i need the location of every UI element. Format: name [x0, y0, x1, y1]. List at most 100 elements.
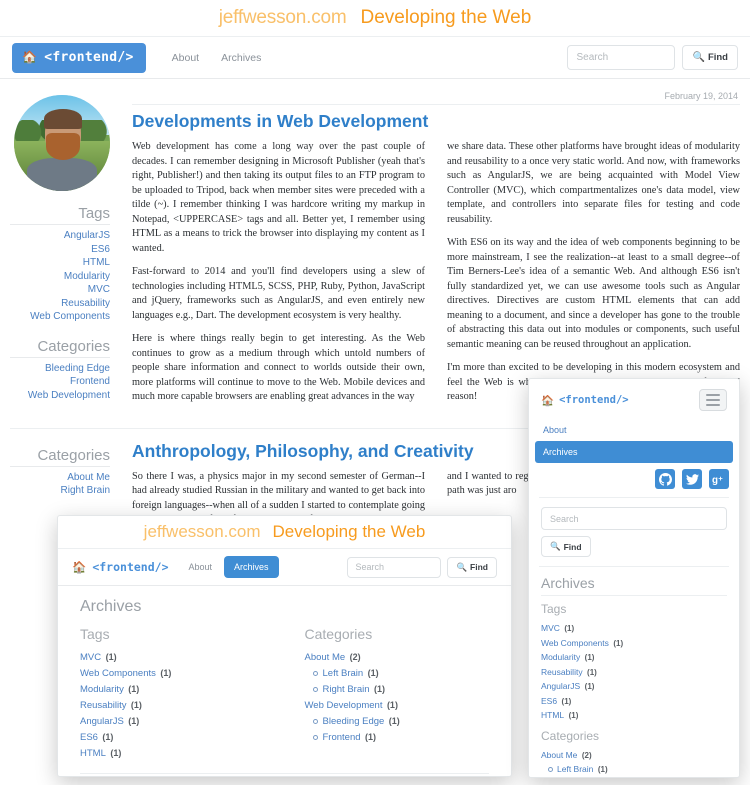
tablet-category-web-development[interactable]: Web Development	[305, 700, 383, 711]
list-item: Modularity (1)	[80, 681, 265, 697]
tablet-search-input[interactable]	[347, 556, 442, 578]
list-item: Modularity (1)	[541, 650, 727, 665]
tablet-page-body: Archives Tags MVC (1) Web Components (1)…	[58, 586, 511, 761]
tablet-nav-item-archives[interactable]: Archives	[224, 556, 279, 578]
svg-text:g: g	[712, 475, 718, 486]
mobile-tag-angularjs[interactable]: AngularJS	[541, 681, 580, 691]
home-icon: 🏠	[72, 560, 87, 574]
mobile-search-input[interactable]	[541, 507, 727, 530]
sidebar-tag-html[interactable]: HTML	[10, 256, 110, 270]
sidebar-category-web-development[interactable]: Web Development	[10, 389, 110, 403]
nav-item-about[interactable]: About	[172, 52, 199, 64]
tablet-find-button[interactable]: 🔍 Find	[447, 556, 497, 578]
category-count: (1)	[597, 765, 608, 774]
mobile-category-about-me[interactable]: About Me	[541, 750, 577, 760]
mobile-subcategory-left-brain[interactable]: Left Brain	[557, 764, 593, 774]
tablet-subcategory-right-brain[interactable]: Right Brain	[323, 684, 370, 695]
mobile-tag-html[interactable]: HTML	[541, 710, 564, 720]
sidebar-tag-reusability[interactable]: Reusability	[10, 297, 110, 311]
mobile-preview-window[interactable]: 🏠 <frontend/> About Archives g+ 🔍 Find A…	[528, 378, 740, 778]
post2-category-about-me[interactable]: About Me	[10, 471, 110, 485]
mobile-tag-web-components[interactable]: Web Components	[541, 638, 609, 648]
nav-item-archives[interactable]: Archives	[221, 52, 261, 64]
list-item: Reusability (1)	[541, 665, 727, 680]
mobile-brand[interactable]: 🏠 <frontend/>	[541, 394, 629, 407]
tablet-nav-item-about[interactable]: About	[189, 562, 213, 572]
mobile-tags-list: MVC (1) Web Components (1) Modularity (1…	[541, 621, 727, 723]
post-column-left: Web development has come a long way over…	[132, 140, 425, 414]
tag-count: (1)	[105, 652, 117, 662]
sidebar-category-bleeding-edge[interactable]: Bleeding Edge	[10, 362, 110, 376]
tablet-site-tagline: Developing the Web	[272, 522, 426, 541]
list-item: About Me (2) Left Brain (1) Right Brain …	[305, 649, 490, 697]
mobile-categories-heading: Categories	[541, 728, 600, 743]
tag-count: (1)	[564, 624, 575, 633]
sidebar-tag-mvc[interactable]: MVC	[10, 283, 110, 297]
tablet-category-about-me[interactable]: About Me	[305, 652, 346, 663]
post-paragraph: Fast-forward to 2014 and you'll find dev…	[132, 266, 425, 321]
list-item: MVC (1)	[541, 621, 727, 636]
list-item: Frontend (1)	[312, 729, 490, 745]
google-plus-icon[interactable]: g +	[709, 469, 729, 489]
mobile-nav-item-about[interactable]: About	[535, 419, 733, 441]
tablet-tag-mvc[interactable]: MVC	[80, 652, 101, 663]
mobile-tag-mvc[interactable]: MVC	[541, 623, 560, 633]
mobile-find-button[interactable]: 🔍 Find	[541, 536, 591, 557]
mobile-brand-label: <frontend/>	[559, 394, 629, 406]
tablet-page-title: Archives	[80, 598, 142, 615]
category-count: (1)	[373, 684, 385, 694]
tablet-tag-web-components[interactable]: Web Components	[80, 668, 156, 679]
list-item: Reusability (1)	[80, 697, 265, 713]
mobile-tag-modularity[interactable]: Modularity	[541, 652, 580, 662]
twitter-icon[interactable]	[682, 469, 702, 489]
tablet-subcategory-bleeding-edge[interactable]: Bleeding Edge	[323, 716, 385, 727]
tablet-nav-links: About Archives	[189, 556, 279, 578]
tablet-tags-heading: Tags	[80, 626, 110, 642]
mobile-nav: About Archives	[529, 411, 739, 463]
tablet-tag-es6[interactable]: ES6	[80, 732, 98, 743]
tag-count: (1)	[568, 711, 579, 720]
sidebar-tag-angularjs[interactable]: AngularJS	[10, 229, 110, 243]
list-item: Bleeding Edge (1)	[312, 713, 490, 729]
tag-count: (1)	[130, 700, 142, 710]
tablet-tag-html[interactable]: HTML	[80, 748, 106, 759]
mobile-page-body: Archives Tags MVC (1) Web Components (1)…	[529, 567, 739, 778]
post2-category-right-brain[interactable]: Right Brain	[10, 484, 110, 498]
post-title[interactable]: Developments in Web Development	[132, 111, 740, 132]
tablet-subcategory-frontend[interactable]: Frontend	[323, 732, 361, 743]
sidebar-category-frontend[interactable]: Frontend	[10, 375, 110, 389]
brand-home-button[interactable]: 🏠 <frontend/>	[12, 42, 146, 73]
sidebar-tag-modularity[interactable]: Modularity	[10, 270, 110, 284]
tablet-tag-reusability[interactable]: Reusability	[80, 700, 126, 711]
mobile-categories-list: About Me (2) Left Brain (1) Right Brain …	[541, 748, 727, 778]
tablet-branding-bar: jeffwesson.com Developing the Web	[58, 516, 511, 548]
tag-count: (1)	[110, 748, 122, 758]
mobile-tag-es6[interactable]: ES6	[541, 696, 557, 706]
tablet-tag-modularity[interactable]: Modularity	[80, 684, 124, 695]
list-item: AngularJS (1)	[541, 679, 727, 694]
tablet-preview-window[interactable]: jeffwesson.com Developing the Web 🏠 <fro…	[57, 515, 512, 777]
tag-count: (1)	[128, 716, 140, 726]
list-item: MVC (1)	[80, 649, 265, 665]
sidebar-categories-heading: Categories	[10, 338, 110, 358]
post-column-right: we share data. These other platforms hav…	[447, 140, 740, 414]
find-button[interactable]: 🔍 Find	[682, 45, 738, 70]
sidebar-tags-heading: Tags	[10, 205, 110, 225]
sidebar-tag-es6[interactable]: ES6	[10, 243, 110, 257]
tablet-categories-column: Categories About Me (2) Left Brain (1) R…	[305, 626, 490, 761]
search-input[interactable]	[567, 45, 676, 70]
magnifier-icon: 🔍	[456, 561, 468, 572]
hamburger-menu-icon[interactable]	[699, 389, 727, 411]
mobile-nav-item-archives[interactable]: Archives	[535, 441, 733, 463]
sidebar-tag-web-components[interactable]: Web Components	[10, 310, 110, 324]
mobile-tag-reusability[interactable]: Reusability	[541, 667, 583, 677]
tablet-footer: © 2014 Jeff Wesson g+	[80, 773, 489, 776]
mobile-page-title: Archives	[541, 575, 727, 596]
mobile-find-label: Find	[563, 541, 582, 552]
brand-label: <frontend/>	[44, 49, 134, 65]
tablet-brand[interactable]: 🏠 <frontend/>	[72, 560, 169, 574]
tablet-tag-angularjs[interactable]: AngularJS	[80, 716, 124, 727]
tablet-subcategory-left-brain[interactable]: Left Brain	[323, 668, 364, 679]
post-paragraph: we share data. These other platforms hav…	[447, 141, 740, 225]
github-icon[interactable]	[655, 469, 675, 489]
